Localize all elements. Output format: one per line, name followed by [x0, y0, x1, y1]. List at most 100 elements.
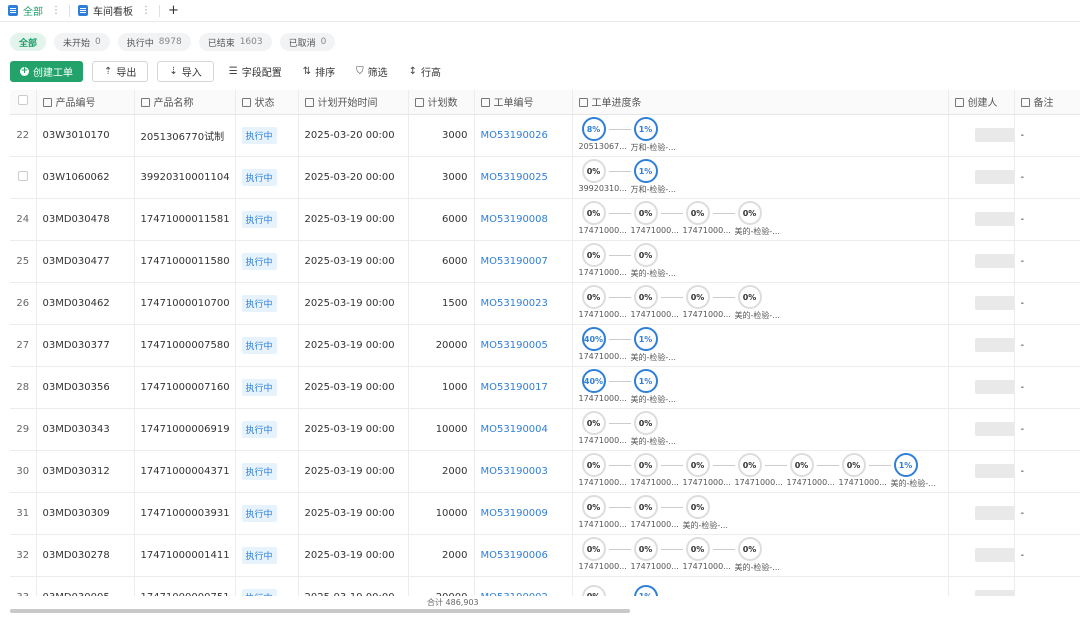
column-label: 状态 — [254, 98, 275, 110]
export-button[interactable]: ⇡ 导出 — [92, 61, 149, 82]
progress-step[interactable]: 1% 美的-检验-... — [631, 327, 683, 363]
order-link[interactable]: MO53190017 — [481, 382, 548, 393]
progress-step[interactable]: 0% 17471000... — [683, 285, 735, 319]
chip-all[interactable]: 全部 — [10, 33, 47, 51]
progress-step[interactable]: 40% 17471000... — [579, 327, 631, 361]
chip-cancelled[interactable]: 已取消 0 — [279, 33, 336, 51]
progress-step[interactable]: 0% 17471000... — [735, 453, 787, 487]
progress-step[interactable]: 0% 17471000... — [839, 453, 891, 487]
progress-step[interactable]: 0% 美的-检验-... — [631, 243, 683, 279]
table-row[interactable]: 27 03MD030377 17471000007580 执行中 2025-03-19 … — [10, 324, 1080, 367]
progress-step[interactable]: 0% 美的-检验-... — [683, 495, 735, 531]
table-row[interactable]: 32 03MD030278 17471000001411 执行中 2025-03-19 … — [10, 534, 1080, 577]
table-row[interactable]: 29 03MD030343 17471000006919 执行中 2025-03-19 … — [10, 408, 1080, 451]
progress-step[interactable]: 1% 美的-检验-... — [891, 453, 943, 489]
field-config-button[interactable]: ☰ 字段配置 — [223, 64, 288, 79]
more-icon[interactable]: ⋮ — [51, 5, 61, 16]
progress-step[interactable]: 0% — [579, 584, 631, 596]
col-progress[interactable]: 工单进度条 — [572, 90, 949, 115]
progress-step[interactable]: 0% 17471000... — [683, 537, 735, 571]
chip-finished[interactable]: 已结束 1603 — [198, 33, 272, 51]
progress-step[interactable]: 0% 美的-检验-... — [735, 537, 787, 573]
progress-step[interactable]: 0% 17471000... — [579, 285, 631, 319]
progress-step[interactable]: 1% — [631, 584, 683, 596]
progress-step[interactable]: 0% 美的-检验-... — [735, 201, 787, 237]
progress-step[interactable]: 0% 17471000... — [683, 201, 735, 235]
cell-order-no: MO53190007 — [474, 240, 573, 283]
row-number — [10, 156, 37, 199]
add-tab-button[interactable]: + — [160, 3, 187, 18]
table-row[interactable]: 25 03MD030477 17471000011580 执行中 2025-03-19 … — [10, 240, 1080, 283]
table-row[interactable]: 28 03MD030356 17471000007160 执行中 2025-03-19 … — [10, 366, 1080, 409]
horizontal-scrollbar[interactable] — [10, 609, 630, 613]
progress-step[interactable]: 0% 17471000... — [631, 453, 683, 487]
col-product-name[interactable]: 产品名称 — [134, 90, 236, 115]
order-link[interactable]: MO53190007 — [481, 256, 548, 267]
progress-step[interactable]: 0% 17471000... — [631, 537, 683, 571]
order-link[interactable]: MO53190006 — [481, 550, 548, 561]
table-row[interactable]: 03W1060062 39920310001104 执行中 2025-03-20 00… — [10, 156, 1080, 199]
sort-button[interactable]: ⇅ 排序 — [297, 64, 341, 79]
tab-all[interactable]: 全部 ⋮ — [0, 0, 69, 22]
progress-step-label: 美的-检验-... — [890, 479, 936, 488]
progress-step[interactable]: 0% 17471000... — [631, 495, 683, 529]
column-label: 备注 — [1033, 98, 1054, 110]
row-checkbox[interactable] — [17, 170, 28, 181]
progress-step[interactable]: 0% 17471000... — [579, 537, 631, 571]
progress-step[interactable]: 8% 20513067... — [579, 117, 631, 151]
progress-step[interactable]: 0% 17471000... — [787, 453, 839, 487]
order-link[interactable]: MO53190005 — [481, 340, 548, 351]
create-order-button[interactable]: + 创建工单 — [10, 61, 83, 82]
order-link[interactable]: MO53190008 — [481, 214, 548, 225]
order-link[interactable]: MO53190009 — [481, 508, 548, 519]
chip-not-started[interactable]: 未开始 0 — [54, 33, 110, 51]
order-link[interactable]: MO53190002 — [481, 592, 548, 597]
progress-step[interactable]: 1% 万和-检验-... — [631, 159, 683, 195]
progress-circle: 0% — [633, 453, 658, 477]
order-link[interactable]: MO53190003 — [481, 466, 548, 477]
filter-button[interactable]: ⛉ 筛选 — [350, 64, 394, 79]
progress-step[interactable]: 0% 39920310... — [579, 159, 631, 193]
progress-steps: 0% 17471000... 0% 17471000... 0% 17471000... 0… — [579, 285, 942, 321]
cell-status: 执行中 — [235, 240, 299, 283]
progress-step[interactable]: 0% 美的-检验-... — [735, 285, 787, 321]
progress-step[interactable]: 0% 17471000... — [683, 453, 735, 487]
tab-workshop-board[interactable]: 车间看板 ⋮ — [70, 0, 159, 22]
progress-step[interactable]: 1% 万和-检验-... — [631, 117, 683, 153]
progress-step-label: 17471000... — [682, 310, 731, 319]
col-plan-qty[interactable]: 计划数 — [408, 90, 475, 115]
table-row[interactable]: 22 03W3010170 2051306770试制 执行中 2025-03-20 00… — [10, 114, 1080, 157]
progress-step[interactable]: 0% 17471000... — [631, 285, 683, 319]
progress-step[interactable]: 0% 17471000... — [579, 453, 631, 487]
progress-step[interactable]: 0% 17471000... — [631, 201, 683, 235]
more-icon[interactable]: ⋮ — [141, 5, 151, 16]
order-link[interactable]: MO53190025 — [481, 172, 548, 183]
chip-in-progress[interactable]: 执行中 8978 — [117, 33, 191, 51]
progress-step[interactable]: 40% 17471000... — [579, 369, 631, 403]
col-product-code[interactable]: 产品编号 — [36, 90, 135, 115]
table-row[interactable]: 3303MD03000517471000000751 执行中 2025-03-19 … — [10, 576, 1080, 596]
progress-step[interactable]: 0% 17471000... — [579, 243, 631, 277]
col-plan-start[interactable]: 计划开始时间 — [298, 90, 409, 115]
order-link[interactable]: MO53190026 — [481, 130, 548, 141]
col-creator[interactable]: 创建人 — [948, 90, 1015, 115]
progress-step[interactable]: 0% 17471000... — [579, 201, 631, 235]
progress-step[interactable]: 0% 17471000... — [579, 411, 631, 445]
select-all-checkbox[interactable] — [10, 90, 37, 115]
table-row[interactable]: 30 03MD030312 17471000004371 执行中 2025-03-19 … — [10, 450, 1080, 493]
col-remark[interactable]: 备注 — [1014, 90, 1080, 115]
progress-circle: 1% — [633, 159, 658, 183]
order-link[interactable]: MO53190023 — [481, 298, 548, 309]
progress-step[interactable]: 0% 17471000... — [579, 495, 631, 529]
col-order-no[interactable]: 工单编号 — [474, 90, 573, 115]
progress-step[interactable]: 1% 美的-检验-... — [631, 369, 683, 405]
import-button[interactable]: ⇣ 导入 — [157, 61, 214, 82]
col-status[interactable]: 状态 — [235, 90, 299, 115]
table-row[interactable]: 24 03MD030478 17471000011581 执行中 2025-03-19 … — [10, 198, 1080, 241]
cell-plan-qty: 1000 — [408, 366, 475, 409]
table-row[interactable]: 26 03MD030462 17471000010700 执行中 2025-03-19 … — [10, 282, 1080, 325]
order-link[interactable]: MO53190004 — [481, 424, 548, 435]
progress-step[interactable]: 0% 美的-检验-... — [631, 411, 683, 447]
row-height-button[interactable]: ↕ 行高 — [403, 64, 447, 79]
table-row[interactable]: 31 03MD030309 17471000003931 执行中 2025-03-19 … — [10, 492, 1080, 535]
